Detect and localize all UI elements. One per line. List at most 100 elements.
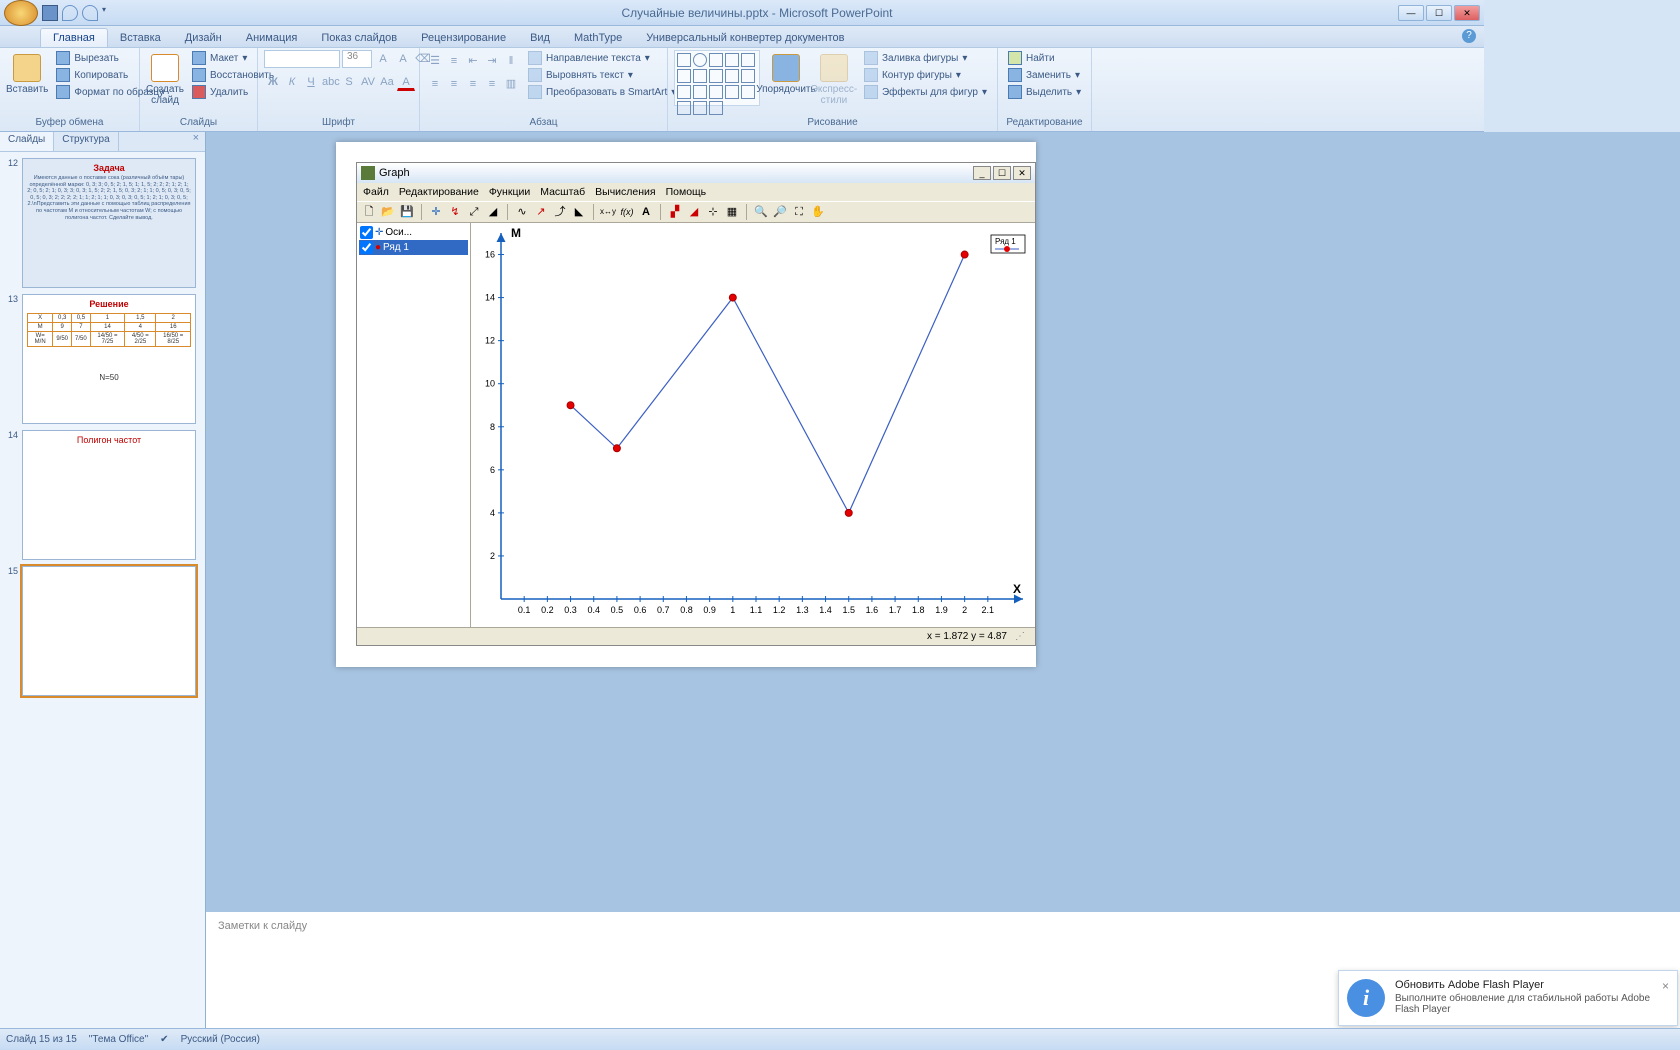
axes-icon[interactable]: ✛ (428, 204, 444, 220)
chart-plot[interactable]: 2468101214160.10.20.30.40.50.60.70.80.91… (471, 223, 1035, 627)
save-icon[interactable]: 💾 (399, 204, 415, 220)
arrange-button[interactable]: Упорядочить (764, 50, 808, 112)
sidetab-outline[interactable]: Структура (54, 132, 118, 151)
open-icon[interactable]: 📂 (380, 204, 396, 220)
func-icon[interactable]: ↯ (447, 204, 463, 220)
notification-close-icon[interactable]: × (1662, 979, 1669, 1017)
graph-close-button[interactable]: ✕ (1013, 166, 1031, 180)
office-button[interactable] (4, 0, 38, 26)
curve4-icon[interactable]: ◣ (571, 204, 587, 220)
shadow-icon[interactable]: S (340, 73, 358, 91)
undo-icon[interactable] (62, 5, 78, 21)
graph-tree[interactable]: ✛ Оси... ● Ряд 1 (357, 223, 471, 627)
area-icon[interactable]: ◢ (686, 204, 702, 220)
panel-close-icon[interactable]: × (187, 132, 205, 151)
quick-styles-button[interactable]: Экспресс-стили (812, 50, 856, 112)
tab-review[interactable]: Рецензирование (409, 29, 518, 47)
tab-view[interactable]: Вид (518, 29, 562, 47)
xy-icon[interactable]: x↔y (600, 204, 616, 220)
trace-icon[interactable]: ▞ (667, 204, 683, 220)
zoom-fit-icon[interactable]: ⛶ (791, 204, 807, 220)
close-button[interactable]: ✕ (1454, 5, 1480, 21)
curve1-icon[interactable]: ∿ (514, 204, 530, 220)
graph-menu-edit[interactable]: Редактирование (399, 186, 479, 198)
shape-effects-button[interactable]: Эффекты для фигур ▾ (860, 84, 991, 100)
tree-axes[interactable]: ✛ Оси... (359, 225, 468, 240)
strike-icon[interactable]: abc (321, 73, 339, 91)
shapes-gallery[interactable] (674, 50, 760, 106)
new-icon[interactable]: 🗋 (361, 204, 377, 220)
align-left-icon[interactable]: ≡ (426, 75, 444, 93)
tab-converter[interactable]: Универсальный конвертер документов (634, 29, 856, 47)
shrink-font-icon[interactable]: A (394, 50, 412, 68)
slide[interactable]: Graph _ ☐ ✕ Файл Редактирование Функции … (336, 142, 1036, 667)
graph-min-button[interactable]: _ (973, 166, 991, 180)
find-button[interactable]: Найти (1004, 50, 1085, 66)
zoom-in-icon[interactable]: 🔍 (753, 204, 769, 220)
thumbnail-12[interactable]: Задача Имеются данные о поставке сока (р… (22, 158, 196, 288)
align-center-icon[interactable]: ≡ (445, 75, 463, 93)
paste-button[interactable]: Вставить (6, 50, 48, 112)
linespacing-icon[interactable]: ‖ (502, 52, 520, 70)
slide-canvas[interactable]: Graph _ ☐ ✕ Файл Редактирование Функции … (206, 132, 1680, 908)
tree-series1[interactable]: ● Ряд 1 (359, 240, 468, 255)
minimize-button[interactable]: — (1398, 5, 1424, 21)
help-icon[interactable]: ? (1462, 29, 1476, 43)
graph-max-button[interactable]: ☐ (993, 166, 1011, 180)
thumbnail-15[interactable] (22, 566, 196, 696)
graph-menu-file[interactable]: Файл (363, 186, 389, 198)
text-icon[interactable]: A (638, 204, 654, 220)
text-direction-button[interactable]: Направление текста ▾ (524, 50, 680, 66)
fx-icon[interactable]: f(x) (619, 204, 635, 220)
graph-menu-zoom[interactable]: Масштаб (540, 186, 585, 198)
maximize-button[interactable]: ☐ (1426, 5, 1452, 21)
columns-icon[interactable]: ▥ (502, 75, 520, 93)
graph-menu-help[interactable]: Помощь (666, 186, 707, 198)
font-name-combo[interactable] (264, 50, 340, 68)
font-size-combo[interactable]: 36 (342, 50, 372, 68)
graph-menu-functions[interactable]: Функции (489, 186, 530, 198)
bold-icon[interactable]: Ж (264, 73, 282, 91)
spellcheck-icon[interactable]: ✔ (160, 1034, 168, 1045)
qat-dropdown-icon[interactable]: ▾ (102, 5, 118, 21)
pan-icon[interactable]: ✋ (810, 204, 826, 220)
curve3-icon[interactable]: ⤴ (552, 204, 568, 220)
tangent-icon[interactable]: ⤢ (466, 204, 482, 220)
tab-mathtype[interactable]: MathType (562, 29, 634, 47)
sidetab-slides[interactable]: Слайды (0, 132, 54, 151)
select-button[interactable]: Выделить ▾ (1004, 84, 1085, 100)
indent-icon[interactable]: ⇥ (483, 52, 501, 70)
shade-icon[interactable]: ◢ (485, 204, 501, 220)
italic-icon[interactable]: К (283, 73, 301, 91)
tab-design[interactable]: Дизайн (173, 29, 234, 47)
justify-icon[interactable]: ≡ (483, 75, 501, 93)
shape-outline-button[interactable]: Контур фигуры ▾ (860, 67, 991, 83)
tab-slideshow[interactable]: Показ слайдов (309, 29, 409, 47)
save-icon[interactable] (42, 5, 58, 21)
status-lang[interactable]: Русский (Россия) (181, 1034, 260, 1045)
zoom-out-icon[interactable]: 🔎 (772, 204, 788, 220)
char-spacing-icon[interactable]: AV (359, 73, 377, 91)
thumbnail-13[interactable]: Решение X0,30,511,52 M9714416 W= M/N9/50… (22, 294, 196, 424)
eval-icon[interactable]: ⊹ (705, 204, 721, 220)
tab-home[interactable]: Главная (40, 28, 108, 47)
smartart-button[interactable]: Преобразовать в SmartArt ▾ (524, 84, 680, 100)
underline-icon[interactable]: Ч (302, 73, 320, 91)
shape-fill-button[interactable]: Заливка фигуры ▾ (860, 50, 991, 66)
case-icon[interactable]: Aa (378, 73, 396, 91)
grow-font-icon[interactable]: A (374, 50, 392, 68)
curve2-icon[interactable]: ↗ (533, 204, 549, 220)
tab-insert[interactable]: Вставка (108, 29, 173, 47)
align-right-icon[interactable]: ≡ (464, 75, 482, 93)
tab-animation[interactable]: Анимация (234, 29, 310, 47)
numbering-icon[interactable]: ≡ (445, 52, 463, 70)
graph-menu-calc[interactable]: Вычисления (595, 186, 655, 198)
bullets-icon[interactable]: ☰ (426, 52, 444, 70)
table-icon[interactable]: ▦ (724, 204, 740, 220)
align-text-button[interactable]: Выровнять текст ▾ (524, 67, 680, 83)
replace-button[interactable]: Заменить ▾ (1004, 67, 1085, 83)
redo-icon[interactable] (82, 5, 98, 21)
font-color-icon[interactable]: A (397, 73, 415, 91)
new-slide-button[interactable]: Создать слайд (146, 50, 184, 112)
thumbnail-list[interactable]: 12 Задача Имеются данные о поставке сока… (0, 152, 205, 1028)
